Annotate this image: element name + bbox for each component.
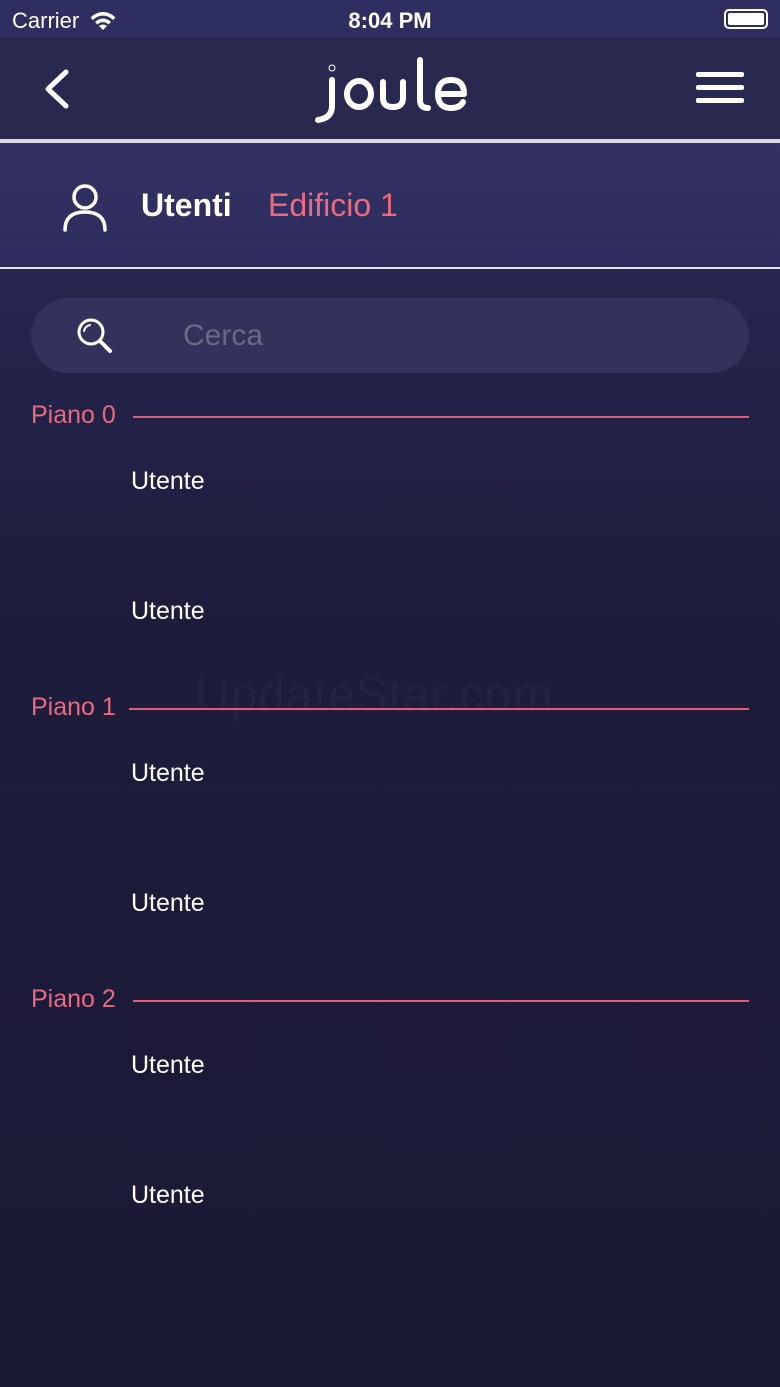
floor-divider [129,708,749,710]
user-row[interactable]: Utente [0,759,780,869]
floor-label: Piano 2 [31,985,116,1013]
floor-header-1: Piano 1 [31,693,749,727]
floor-divider [133,1000,749,1002]
user-name: Utente [131,467,205,495]
user-name: Utente [131,597,205,625]
floor-header-0: Piano 0 [31,401,749,435]
section-header: Utenti Edificio 1 [0,143,780,267]
status-time: 8:04 PM [348,8,432,33]
user-row[interactable]: Utente [0,1051,780,1161]
user-name: Utente [131,889,205,917]
menu-bar [696,85,744,90]
hamburger-menu-icon [696,72,744,77]
floor-label: Piano 1 [31,693,116,721]
floor-header-2: Piano 2 [31,985,749,1019]
header-divider [0,267,780,269]
floor-divider [133,416,749,418]
back-button[interactable] [36,66,80,112]
search-bar[interactable] [31,298,749,373]
user-name: Utente [131,1051,205,1079]
chevron-left-icon [45,69,69,109]
building-subtitle: Edificio 1 [268,187,398,223]
user-row[interactable]: Utente [0,1181,780,1291]
search-input[interactable] [183,314,703,358]
page-title: Utenti [141,187,232,223]
user-icon [63,184,107,232]
menu-bar [696,98,744,103]
menu-button[interactable] [696,72,744,108]
floor-label: Piano 0 [31,401,116,429]
nav-bar [0,38,780,139]
user-name: Utente [131,1181,205,1209]
user-row[interactable]: Utente [0,597,780,707]
user-name: Utente [131,759,205,787]
user-row[interactable]: Utente [0,467,780,577]
status-bar: Carrier 8:04 PM [0,0,780,38]
search-icon [77,318,112,353]
user-row[interactable]: Utente [0,889,780,999]
joule-logo [315,57,467,123]
battery-icon [724,9,768,29]
